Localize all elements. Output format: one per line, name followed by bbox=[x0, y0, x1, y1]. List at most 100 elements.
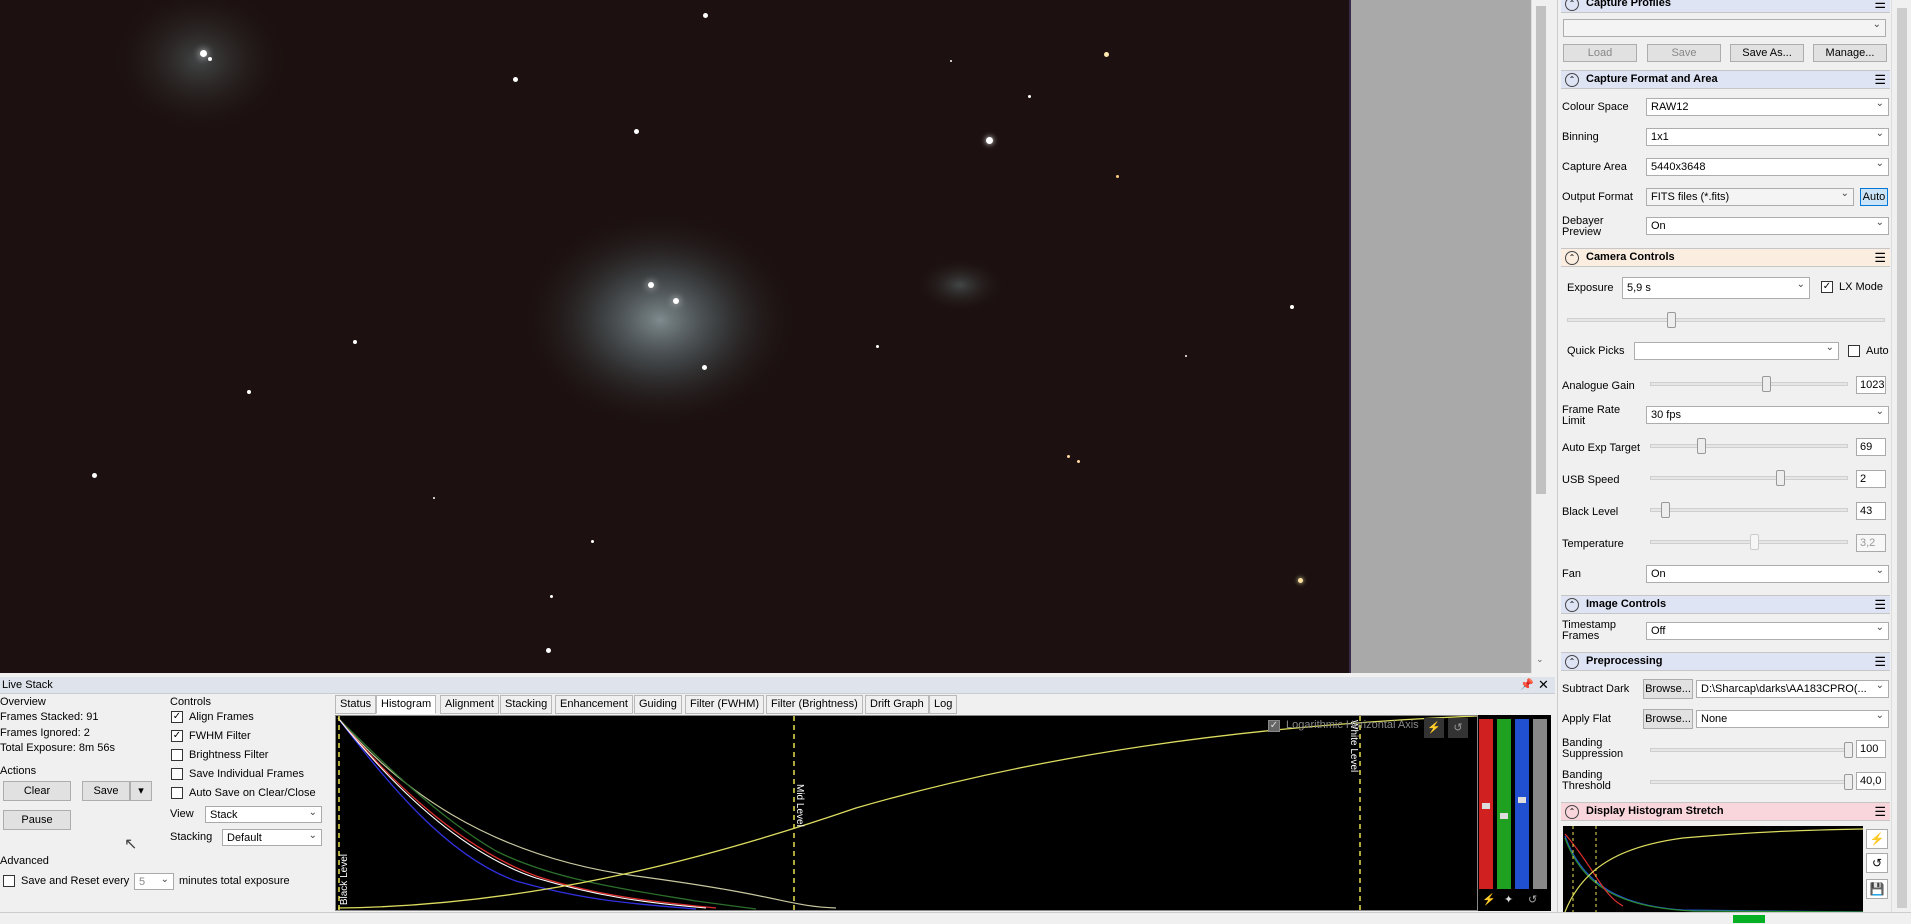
close-icon[interactable]: ✕ bbox=[1538, 677, 1549, 693]
banding-suppression-input[interactable]: 100 bbox=[1856, 740, 1886, 758]
exposure-input[interactable]: 5,9 s bbox=[1622, 275, 1810, 299]
save-reset-checkbox[interactable] bbox=[3, 875, 15, 887]
section-image-controls[interactable]: ⌃ Image Controls ☰ bbox=[1561, 595, 1890, 614]
dark-path-select[interactable]: D:\Sharcap\darks\AA183CPRO(... bbox=[1696, 680, 1889, 698]
tab-alignment[interactable]: Alignment bbox=[440, 695, 499, 714]
menu-icon[interactable]: ☰ bbox=[1874, 596, 1886, 613]
exposure-slider-thumb[interactable] bbox=[1667, 312, 1676, 328]
stretch-lightning-icon[interactable]: ⚡ bbox=[1866, 829, 1888, 849]
align-frames-checkbox[interactable]: ✓ bbox=[171, 711, 183, 723]
stretch-save-icon[interactable]: 💾 bbox=[1866, 879, 1888, 899]
section-camera-controls[interactable]: ⌃ Camera Controls ☰ bbox=[1561, 248, 1890, 267]
menu-icon[interactable]: ☰ bbox=[1874, 803, 1886, 820]
analogue-gain-slider[interactable] bbox=[1650, 382, 1848, 386]
load-profile-button[interactable]: Load bbox=[1563, 44, 1637, 62]
black-level-input[interactable]: 43 bbox=[1856, 502, 1886, 520]
section-capture-format[interactable]: ⌃ Capture Format and Area ☰ bbox=[1561, 70, 1890, 89]
lx-mode-checkbox[interactable]: ✓ bbox=[1821, 281, 1833, 293]
debayer-select[interactable]: On bbox=[1646, 215, 1889, 235]
auto-save-checkbox[interactable] bbox=[171, 787, 183, 799]
save-button[interactable]: Save bbox=[82, 781, 130, 801]
overview-heading: Overview bbox=[0, 696, 46, 708]
fan-select[interactable]: On bbox=[1646, 563, 1889, 583]
section-capture-profiles[interactable]: ⌃ Capture Profiles ☰ bbox=[1561, 0, 1890, 13]
sliders-lightning-icon[interactable]: ⚡ bbox=[1482, 893, 1496, 906]
clear-button[interactable]: Clear bbox=[3, 781, 71, 801]
tab-enhancement[interactable]: Enhancement bbox=[555, 695, 633, 714]
brightness-filter-checkbox[interactable] bbox=[171, 749, 183, 761]
tab-guiding[interactable]: Guiding bbox=[634, 695, 682, 714]
save-profile-button[interactable]: Save bbox=[1647, 44, 1721, 62]
frame-rate-label: Frame Rate Limit bbox=[1562, 404, 1621, 427]
auto-exp-slider[interactable] bbox=[1650, 444, 1848, 448]
capture-area-select[interactable]: 5440x3648 bbox=[1646, 156, 1889, 176]
black-level-thumb[interactable] bbox=[1661, 502, 1670, 518]
save-as-profile-button[interactable]: Save As... bbox=[1730, 44, 1804, 62]
tab-filter-brightness[interactable]: Filter (Brightness) bbox=[766, 695, 863, 714]
binning-select[interactable]: 1x1 bbox=[1646, 126, 1889, 146]
pin-icon[interactable]: 📌 bbox=[1520, 678, 1534, 691]
exposure-slider[interactable] bbox=[1567, 318, 1885, 322]
manage-profiles-button[interactable]: Manage... bbox=[1813, 44, 1887, 62]
usb-speed-input[interactable]: 2 bbox=[1856, 470, 1886, 488]
menu-icon[interactable]: ☰ bbox=[1874, 249, 1886, 266]
quick-picks-auto-checkbox[interactable] bbox=[1848, 345, 1860, 357]
tab-stacking[interactable]: Stacking bbox=[500, 695, 553, 714]
section-display-stretch[interactable]: ⌃ Display Histogram Stretch ☰ bbox=[1561, 802, 1890, 821]
stacking-select[interactable]: Default bbox=[222, 827, 322, 846]
stretch-reset-icon[interactable]: ↺ bbox=[1866, 853, 1888, 873]
mid-level-marker[interactable]: Mid Level bbox=[794, 784, 805, 827]
sliders-star-icon[interactable]: ✦ bbox=[1504, 893, 1513, 906]
actions-heading: Actions bbox=[0, 765, 37, 777]
histogram-level-sliders[interactable]: ⚡ ✦ ↺ bbox=[1478, 715, 1551, 911]
log-axis-checkbox[interactable]: ✓ bbox=[1268, 720, 1280, 732]
menu-icon[interactable]: ☰ bbox=[1874, 71, 1886, 88]
black-level-slider[interactable] bbox=[1650, 508, 1848, 512]
tab-log[interactable]: Log bbox=[929, 695, 958, 714]
viewer-scrollbar[interactable]: ⌄ bbox=[1531, 0, 1549, 673]
black-level-marker[interactable]: Black Level bbox=[339, 854, 350, 905]
auto-exp-thumb[interactable] bbox=[1697, 438, 1706, 454]
banding-threshold-input[interactable]: 40,0 bbox=[1856, 772, 1886, 790]
browse-flat-button[interactable]: Browse... bbox=[1643, 709, 1693, 729]
banding-suppression-slider[interactable] bbox=[1650, 748, 1848, 752]
banding-suppression-thumb[interactable] bbox=[1844, 742, 1853, 758]
analogue-gain-input[interactable]: 1023 bbox=[1856, 376, 1886, 394]
auto-output-button[interactable]: Auto bbox=[1860, 188, 1888, 206]
auto-save-label: Auto Save on Clear/Close bbox=[189, 787, 316, 799]
quick-picks-select[interactable] bbox=[1634, 340, 1839, 360]
frame-rate-select[interactable]: 30 fps bbox=[1646, 404, 1889, 424]
sliders-reset-icon[interactable]: ↺ bbox=[1528, 893, 1537, 906]
display-stretch-histogram[interactable] bbox=[1563, 826, 1864, 913]
save-individual-checkbox[interactable] bbox=[171, 768, 183, 780]
usb-speed-slider[interactable] bbox=[1650, 476, 1848, 480]
menu-icon[interactable]: ☰ bbox=[1874, 653, 1886, 670]
colour-space-select[interactable]: RAW12 bbox=[1646, 96, 1889, 116]
profile-select[interactable] bbox=[1563, 17, 1886, 37]
banding-threshold-slider[interactable] bbox=[1650, 780, 1848, 784]
reset-icon[interactable]: ↺ bbox=[1448, 718, 1468, 738]
tab-filter-fwhm[interactable]: Filter (FWHM) bbox=[685, 695, 765, 714]
lightning-icon[interactable]: ⚡ bbox=[1424, 718, 1444, 738]
tab-histogram[interactable]: Histogram bbox=[376, 695, 437, 714]
save-dropdown-icon[interactable]: ▾ bbox=[130, 781, 152, 801]
flat-select[interactable]: None bbox=[1696, 708, 1889, 728]
banding-threshold-thumb[interactable] bbox=[1844, 774, 1853, 790]
output-format-select[interactable]: FITS files (*.fits) bbox=[1646, 186, 1854, 206]
view-select[interactable]: Stack bbox=[205, 804, 322, 823]
timestamp-select[interactable]: Off bbox=[1646, 620, 1889, 640]
tab-status[interactable]: Status bbox=[335, 695, 377, 714]
tab-drift-graph[interactable]: Drift Graph bbox=[865, 695, 929, 714]
analogue-gain-thumb[interactable] bbox=[1762, 376, 1771, 392]
stack-histogram[interactable]: Black Level Mid Level White Level ✓ Loga… bbox=[335, 715, 1478, 911]
image-viewer[interactable] bbox=[0, 0, 1351, 673]
fwhm-filter-checkbox[interactable]: ✓ bbox=[171, 730, 183, 742]
right-panel-scrollbar[interactable] bbox=[1891, 0, 1911, 924]
auto-exp-input[interactable]: 69 bbox=[1856, 438, 1886, 456]
menu-icon[interactable]: ☰ bbox=[1874, 0, 1886, 12]
minutes-stepper[interactable]: 5 bbox=[134, 871, 174, 890]
usb-speed-thumb[interactable] bbox=[1776, 470, 1785, 486]
pause-button[interactable]: Pause bbox=[3, 810, 71, 830]
browse-dark-button[interactable]: Browse... bbox=[1643, 679, 1693, 699]
section-preprocessing[interactable]: ⌃ Preprocessing ☰ bbox=[1561, 652, 1890, 671]
